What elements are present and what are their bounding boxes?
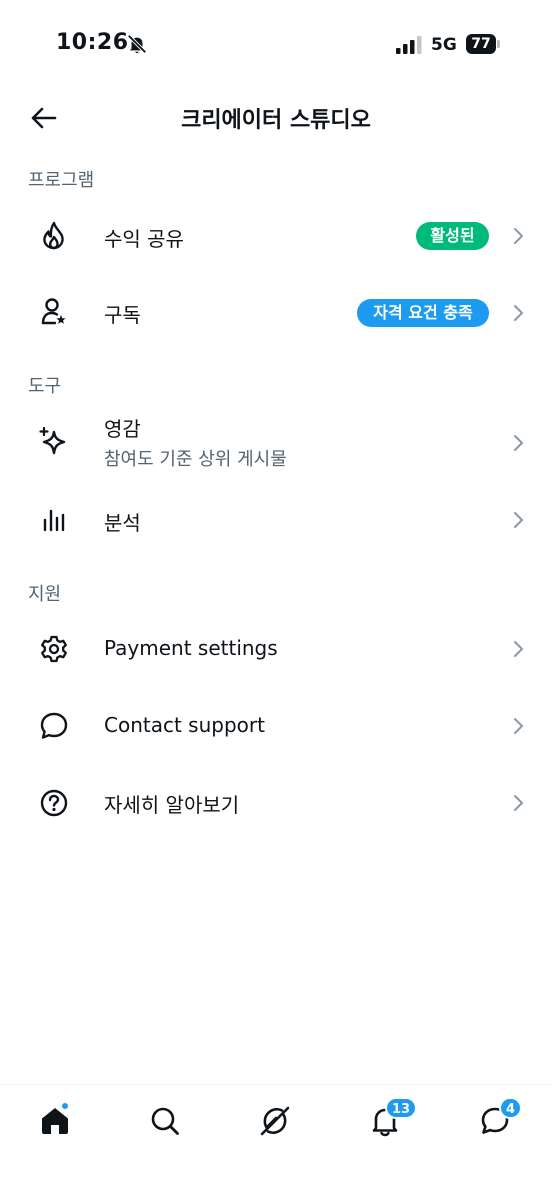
gear-icon [38,633,70,665]
status-time: 10:26 [56,30,129,55]
chevron-right-icon [514,228,523,244]
menu-item-contact-support[interactable]: Contact support [0,691,552,761]
menu-item-label: 수익 공유 [104,227,184,251]
menu-item-label: Payment settings [104,636,278,660]
menu-item-label: Contact support [104,713,265,737]
menu-item-subscriptions[interactable]: 구독 자격 요건 충족 [0,277,552,347]
menu-item-label: 자세히 알아보기 [104,793,240,817]
menu-item-analytics[interactable]: 분석 [0,485,552,555]
chevron-right-icon [514,512,523,528]
sparkles-icon [38,425,70,457]
tab-notifications[interactable]: 13 [363,1097,418,1143]
status-badge-eligible: 자격 요건 충족 [357,299,489,327]
chevron-right-icon [514,795,523,811]
unread-dot [60,1101,70,1111]
search-icon [151,1107,179,1135]
battery-level: 77 [466,34,496,54]
section-header-programs: 프로그램 [28,170,95,191]
section-header-tools: 도구 [28,376,62,397]
header: 크리에이터 스튜디오 [0,92,552,142]
message-count-badge: 4 [499,1097,523,1119]
grok-icon [260,1106,290,1136]
help-circle-icon [38,787,70,819]
menu-item-sublabel: 참여도 기준 상위 게시물 [104,449,287,470]
menu-item-label: 분석 [104,511,141,535]
chevron-right-icon [514,305,523,321]
tab-search[interactable] [143,1099,187,1143]
status-badge-active: 활성된 [416,222,489,250]
page-title: 크리에이터 스튜디오 [181,108,371,133]
tab-messages[interactable]: 4 [473,1097,523,1143]
network-type: 5G [431,35,457,55]
tab-home[interactable] [33,1099,77,1143]
menu-item-learn-more[interactable]: 자세히 알아보기 [0,767,552,837]
battery-icon: 77 [466,34,500,54]
chevron-right-icon [514,641,523,657]
bell-muted-icon [127,34,147,54]
section-header-support: 지원 [28,584,62,605]
chat-bubble-icon [38,710,70,742]
flame-icon [38,220,70,252]
tab-grok[interactable] [253,1099,297,1143]
chevron-right-icon [514,718,523,734]
chevron-right-icon [514,435,523,451]
bottom-tab-bar: 13 4 [0,1084,552,1200]
menu-item-payment-settings[interactable]: Payment settings [0,614,552,684]
menu-item-label: 영감 [104,417,141,441]
bar-chart-icon [38,504,70,536]
person-star-icon [38,296,70,328]
menu-item-label: 구독 [104,303,141,327]
cellular-signal-icon [396,36,422,54]
notification-count-badge: 13 [385,1097,418,1119]
menu-item-inspiration[interactable]: 영감 참여도 기준 상위 게시물 [0,405,552,481]
status-bar: 10:26 5G 77 [0,0,552,90]
menu-item-revenue-sharing[interactable]: 수익 공유 활성된 [0,201,552,271]
